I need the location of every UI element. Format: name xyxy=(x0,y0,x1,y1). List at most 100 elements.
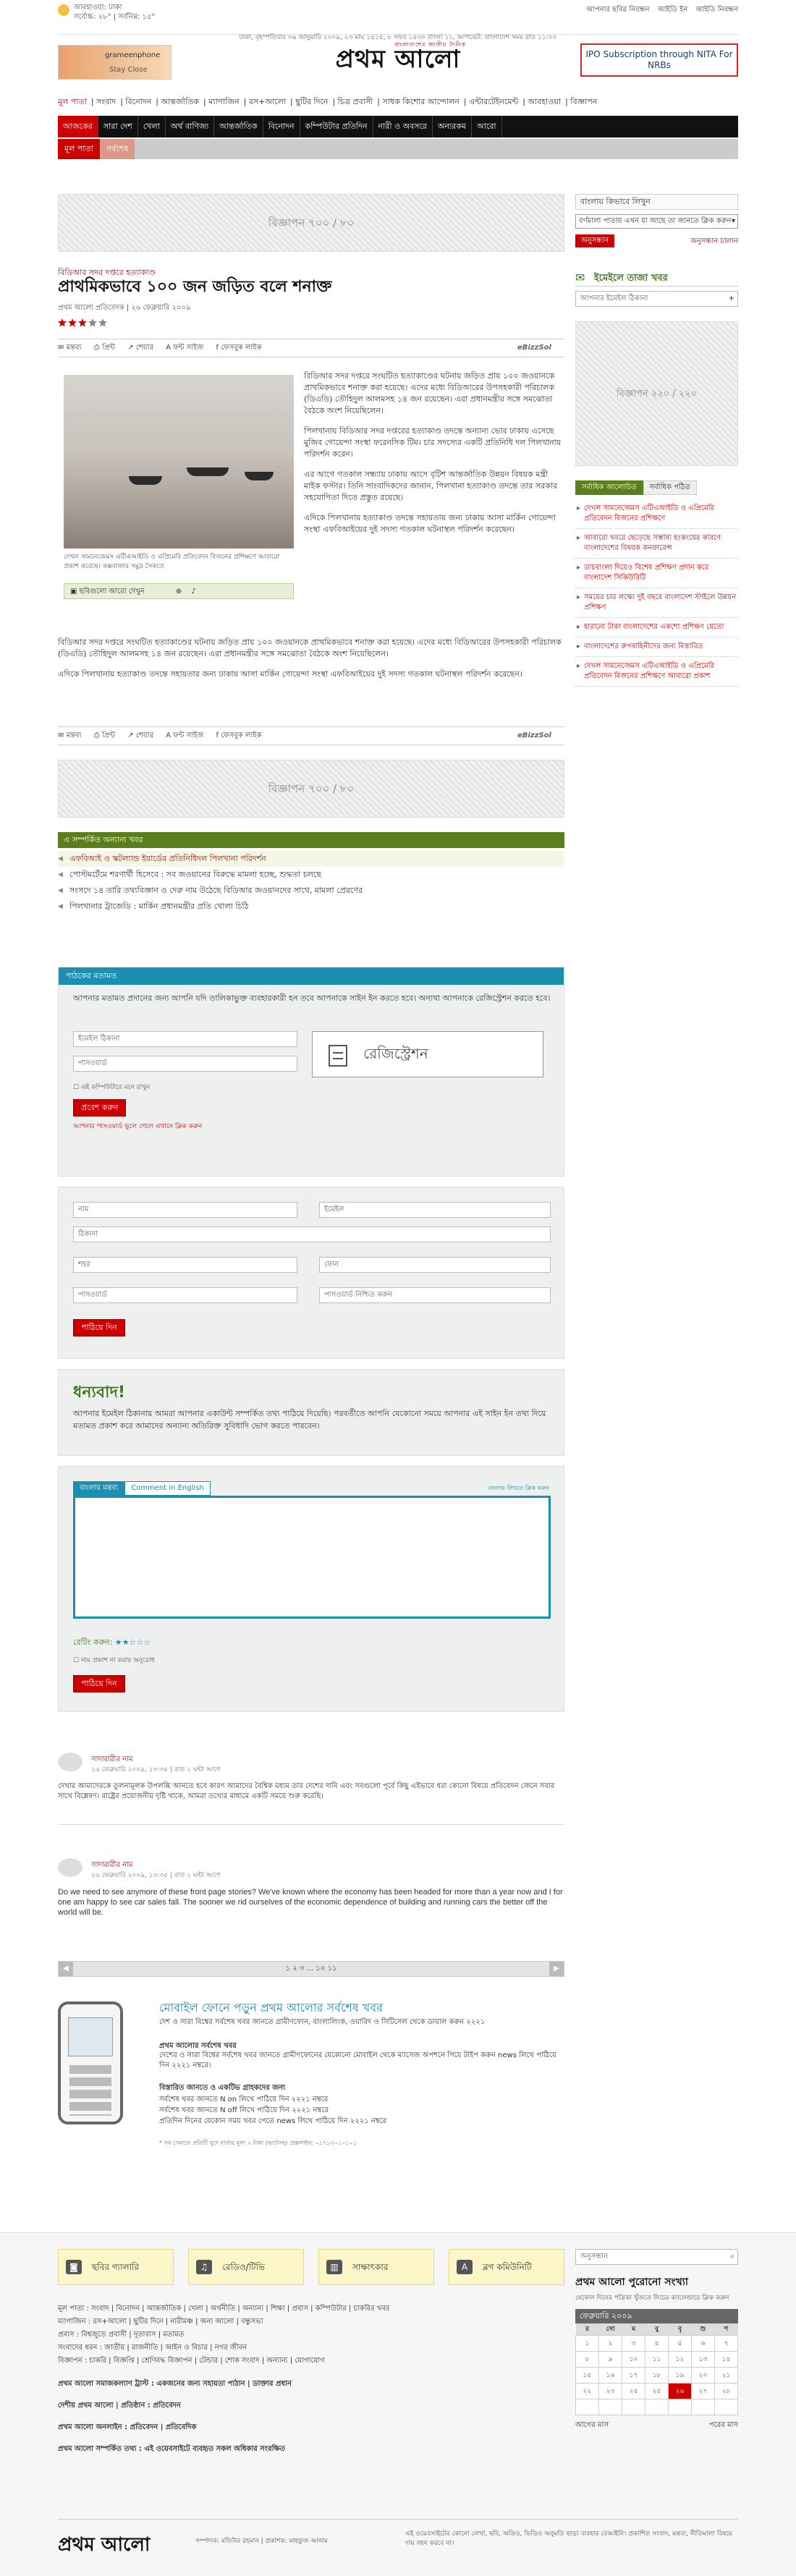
confirm-password-field[interactable]: পাসওয়ার্ড নিশ্চিত করুন xyxy=(319,1287,551,1303)
tool-print[interactable]: ⎙ প্রিন্ট xyxy=(94,344,115,352)
search-icon[interactable]: ⌕ xyxy=(730,2250,734,2264)
reg-password-field[interactable]: পাসওয়ার্ড xyxy=(73,1287,297,1303)
cal-prev-link[interactable]: আগের মাস xyxy=(575,2421,609,2429)
sidebar-select[interactable]: বর্ণমালা পাতায় এখন যা আছে তা জানতে ক্লি… xyxy=(575,214,738,229)
top-link-register[interactable]: আইডি নিবন্ধন xyxy=(695,6,738,14)
mainnav-item[interactable]: নারী ও অবসরে xyxy=(373,116,433,137)
footer-bold-link[interactable]: প্রথম আলো সম্পর্কিত তথ্য : এই ওয়েবসাইটে… xyxy=(58,2443,564,2456)
tab-bangla[interactable]: বাংলায় মন্তব্য xyxy=(73,1481,125,1496)
rate-star-icon[interactable]: ☆ xyxy=(136,1637,143,1647)
subnav-item[interactable]: চিত্র প্রবাসী xyxy=(338,97,373,106)
footer-box-blog[interactable]: A ব্লগ কমিউনিটি xyxy=(449,2249,564,2285)
tool-comment[interactable]: ✉ মন্তব্য xyxy=(58,344,81,352)
cal-date[interactable]: ২ xyxy=(598,2334,622,2352)
remember-me[interactable]: ☐ এই কম্পিউটারে মনে রাখুন xyxy=(73,1082,150,1093)
footer-box-interview[interactable]: ▥ সাক্ষাৎকার xyxy=(318,2249,434,2285)
cal-date[interactable]: ১৬ xyxy=(598,2366,622,2384)
forgot-password-link[interactable]: আপনার পাসওয়ার্ড ভুলে গেলে এখানে ক্লিক ক… xyxy=(73,1121,202,1132)
article-photo[interactable] xyxy=(64,375,294,548)
cal-date[interactable]: ২০ xyxy=(691,2366,715,2384)
subnav-item[interactable]: ম্যাগাজিন xyxy=(208,97,239,106)
subnav-item[interactable]: আবহাওয়া xyxy=(528,97,561,106)
site-logo[interactable]: প্রথম আলো বাংলাদেশের জাতীয় দৈনিক xyxy=(311,41,485,75)
ipo-banner[interactable]: IPO Subscription through NITA For NRBs xyxy=(580,43,738,77)
email-field[interactable]: ইমেইল ঠিকানা xyxy=(73,1031,297,1047)
footer-box-gallery[interactable]: ◙ ছবির গ্যালারি xyxy=(58,2249,174,2285)
related-item[interactable]: পিলখানার ট্রাজেডি : মার্কিন প্রধানমন্ত্র… xyxy=(58,899,564,915)
subnav-item[interactable]: এন্টারটেইনমেন্ট xyxy=(469,97,518,106)
cal-date[interactable]: ১০ xyxy=(622,2350,645,2368)
city-field[interactable]: শহর xyxy=(73,1257,297,1273)
sidebar-news-item[interactable]: দেখল সামনেজেমস এটিএআইডি ও এপ্রিমেরি প্রত… xyxy=(575,657,738,687)
footer-link-row[interactable]: মূল পাতা : সংবাদ | বিনোদন | আন্তর্জাতিক … xyxy=(58,2302,564,2316)
cal-date[interactable]: ৩ xyxy=(622,2334,645,2352)
rate-star-icon[interactable]: ★ xyxy=(115,1637,122,1647)
subnav-item[interactable]: বিজ্ঞাপন xyxy=(570,97,597,106)
cal-date[interactable]: ২৩ xyxy=(598,2382,622,2399)
footer-link-row[interactable]: প্রবাস : বিশ্বজুড়ে প্রবাসী | দূতাবাস | … xyxy=(58,2329,564,2342)
register-submit-button[interactable]: পাঠিয়ে দিন xyxy=(73,1319,125,1336)
star-filled-icon[interactable] xyxy=(68,318,77,327)
ad-banner-side[interactable]: বিজ্ঞাপন ২২০ / ২২০ xyxy=(575,321,738,466)
sidebar-news-item[interactable]: হারানো টাকা বাংলাদেশের একশো প্রশিক্ষণ যে… xyxy=(575,618,738,637)
mainnav-item[interactable]: বিনোদন xyxy=(263,116,300,137)
footer-bold-link[interactable]: প্রথম আলো সমাজকল্যাণ ট্রাস্ট : একজনের জন… xyxy=(58,2378,564,2391)
password-field[interactable]: পাসওয়ার্ড xyxy=(73,1056,297,1072)
ad-banner-mid[interactable]: বিজ্ঞাপন ৭০০ / ৮০ xyxy=(58,760,564,818)
subnav-item[interactable]: রস+আলো xyxy=(249,97,286,106)
tool-facebook[interactable]: f ফেসবুক লাইক xyxy=(216,732,262,740)
star-empty-icon[interactable] xyxy=(88,318,97,327)
cal-date[interactable]: ২২ xyxy=(575,2382,599,2399)
promo-title[interactable]: মোবাইল ফোনে পড়ুন প্রথম আলোর সর্বশেষ খবর xyxy=(159,1999,383,2018)
cal-date[interactable]: ৪ xyxy=(645,2334,669,2352)
cal-date[interactable]: ১৫ xyxy=(575,2366,599,2384)
subnav-item[interactable]: ছুটির দিনে xyxy=(295,97,328,106)
cal-date[interactable]: ৫ xyxy=(668,2334,692,2352)
footer-link-row[interactable]: সংবাদের ধরন : জাতীয় | রাজনীতি | আইন ও ব… xyxy=(58,2342,564,2355)
mainnav-item[interactable]: সারা দেশ xyxy=(98,116,138,137)
comment-textarea[interactable] xyxy=(73,1496,551,1619)
star-empty-icon[interactable] xyxy=(98,318,107,327)
subnav-item[interactable]: মূল পাতা xyxy=(58,97,87,106)
mainnav-item[interactable]: কম্পিউটার প্রতিদিন xyxy=(300,116,373,137)
sidebar-news-item[interactable]: আবারো খবরে ছেড়েছে সম্ভাব্য হংকংয়ের কার… xyxy=(575,529,738,559)
mainnav-item[interactable]: আরো xyxy=(472,116,502,137)
anon-checkbox[interactable]: ☐ নাম প্রকাশ না করার অনুরোধ xyxy=(73,1655,155,1666)
footer-link-row[interactable]: বিজ্ঞাপন : চাকরি | বিজ্ঞপ্তি | শ্রেণিবদ্… xyxy=(58,2355,564,2368)
cal-date[interactable]: ১৯ xyxy=(668,2366,692,2384)
tool-facebook[interactable]: f ফেসবুক লাইক xyxy=(216,344,262,352)
pager-next-icon[interactable]: ▶ xyxy=(549,1962,564,1976)
cal-date[interactable]: ১১ xyxy=(645,2350,669,2368)
sound-icon[interactable]: ♪ xyxy=(191,588,195,596)
article-rating[interactable] xyxy=(58,318,109,329)
sidebar-news-item[interactable]: সময়ের চার লক্ষ্যে দুই বছরে বাংলাদেশ স্ট… xyxy=(575,588,738,618)
tab-most-read[interactable]: সর্বাধিক পঠিত xyxy=(643,480,697,495)
related-item[interactable]: এফবিআই ও স্কটল্যান্ড ইয়ার্ডের প্রতিনিধি… xyxy=(58,851,564,867)
header-ad-banner[interactable]: grameenphone Stay Close xyxy=(58,45,172,80)
sidebar-news-item[interactable]: দেখল সামনেজেমস এটিএআইডি ও এপ্রিমেরি প্রত… xyxy=(575,499,738,529)
cal-date-selected[interactable]: ২৬ xyxy=(668,2382,692,2399)
image-more-bar[interactable]: ▣ ছবিগুলো আরো দেখুন ⊕ ♪ xyxy=(64,583,294,599)
subnav-item[interactable]: সংবাদ xyxy=(96,97,116,106)
tool-share[interactable]: ↗ শেয়ার xyxy=(127,732,153,740)
mainnav-item[interactable]: অর্থ বাণিজ্য xyxy=(166,116,215,137)
cal-date[interactable]: ১৪ xyxy=(714,2350,738,2368)
ad-banner-top[interactable]: বিজ্ঞাপন ৭০০ / ৮০ xyxy=(58,194,564,252)
cal-date[interactable]: ২৭ xyxy=(691,2382,715,2399)
tool-print[interactable]: ⎙ প্রিন্ট xyxy=(94,732,115,740)
tab-most-discussed[interactable]: সর্বাধিক আলোচিত xyxy=(575,480,643,495)
related-item[interactable]: সংসদে ১৪ তারি তথ্যবিজ্ঞান ও দেরু নাম উঠে… xyxy=(58,883,564,899)
zoom-icon[interactable]: ⊕ xyxy=(176,588,182,596)
cal-date[interactable]: ২৫ xyxy=(645,2382,669,2399)
name-field[interactable]: নাম xyxy=(73,1202,297,1218)
tool-font[interactable]: A ফন্ট সাইজ xyxy=(166,344,203,352)
cal-date[interactable]: ৯ xyxy=(598,2350,622,2368)
cal-date[interactable]: ১ xyxy=(575,2334,599,2352)
star-filled-icon[interactable] xyxy=(58,318,67,327)
sidebar-email-field[interactable]: আপনার ইমেইল ঠিকানা + xyxy=(575,291,738,307)
sidebar-search-link[interactable]: অনুসন্ধান চালান xyxy=(690,236,738,248)
cal-date[interactable]: ১৩ xyxy=(691,2350,715,2368)
tab-english[interactable]: Comment in English xyxy=(124,1481,211,1496)
cal-date[interactable]: ২৮ xyxy=(714,2382,738,2399)
footer-box-radio[interactable]: ♫ রেডিও/টিভি xyxy=(188,2249,304,2285)
